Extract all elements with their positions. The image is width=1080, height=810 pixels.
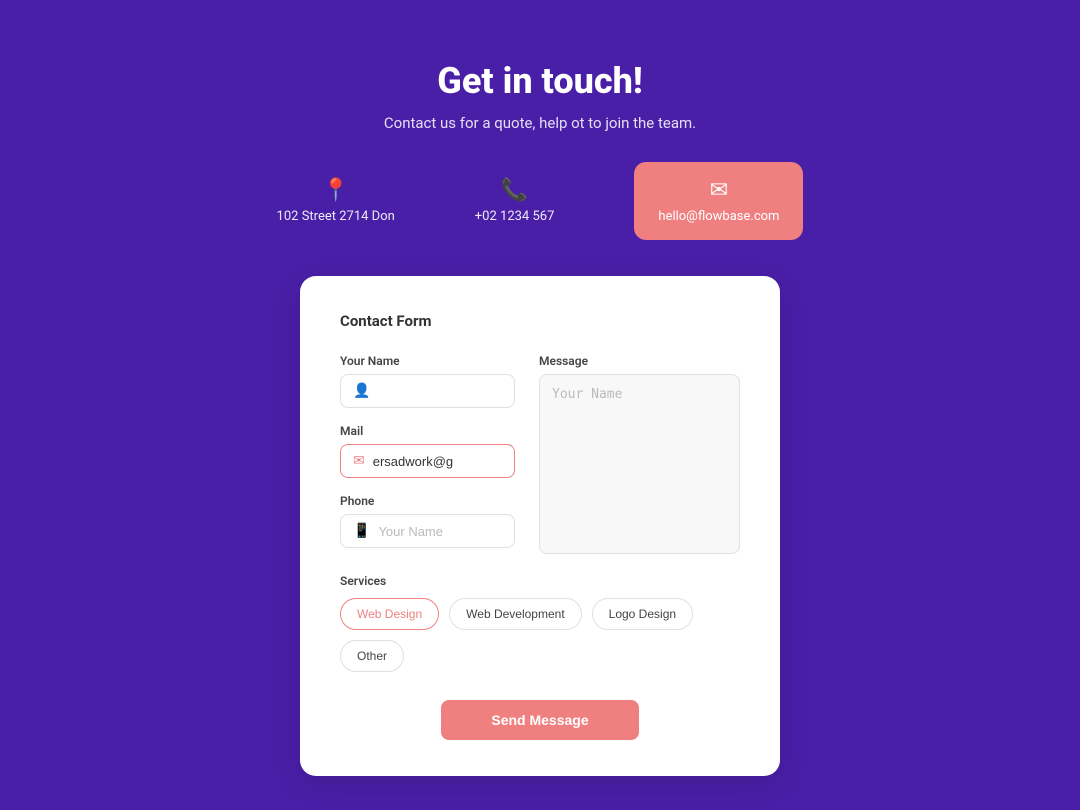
phone-field-icon: 📱 — [353, 523, 370, 539]
form-right: Message — [539, 354, 740, 554]
page-wrapper: Get in touch! Contact us for a quote, he… — [0, 0, 1080, 776]
name-input[interactable] — [378, 384, 502, 399]
service-btn-web-development[interactable]: Web Development — [449, 598, 582, 630]
form-left: Your Name 👤 Mail ✉ Phone — [340, 354, 515, 554]
send-message-button[interactable]: Send Message — [441, 700, 638, 740]
mail-input-wrapper[interactable]: ✉ — [340, 444, 515, 478]
main-title: Get in touch! — [384, 60, 696, 102]
service-btn-other[interactable]: Other — [340, 640, 404, 672]
phone-label: +02 1234 567 — [475, 209, 555, 224]
address-label: 102 Street 2714 Don — [277, 209, 395, 224]
phone-input[interactable] — [378, 524, 502, 539]
phone-label: Phone — [340, 494, 515, 508]
contact-info-row: 📍 102 Street 2714 Don 📞 +02 1234 567 ✉ h… — [277, 162, 804, 240]
mail-input[interactable] — [373, 454, 502, 469]
services-buttons: Web Design Web Development Logo Design O… — [340, 598, 740, 672]
services-section: Services Web Design Web Development Logo… — [340, 574, 740, 672]
user-icon: 👤 — [353, 383, 370, 399]
service-btn-web-design[interactable]: Web Design — [340, 598, 439, 630]
phone-icon: 📞 — [501, 178, 528, 203]
name-label: Your Name — [340, 354, 515, 368]
phone-info: 📞 +02 1234 567 — [475, 178, 555, 224]
email-card[interactable]: ✉ hello@flowbase.com — [634, 162, 803, 240]
address-info: 📍 102 Street 2714 Don — [277, 178, 395, 224]
email-icon: ✉ — [710, 178, 728, 203]
message-textarea[interactable] — [539, 374, 740, 554]
message-label: Message — [539, 354, 740, 368]
send-btn-wrapper: Send Message — [340, 700, 740, 740]
email-label: hello@flowbase.com — [658, 209, 779, 224]
subtitle: Contact us for a quote, help ot to join … — [384, 114, 696, 132]
services-label: Services — [340, 574, 740, 588]
form-card: Contact Form Your Name 👤 Mail ✉ — [300, 276, 780, 776]
header-section: Get in touch! Contact us for a quote, he… — [384, 60, 696, 132]
name-input-wrapper[interactable]: 👤 — [340, 374, 515, 408]
service-btn-logo-design[interactable]: Logo Design — [592, 598, 693, 630]
mail-label: Mail — [340, 424, 515, 438]
location-icon: 📍 — [322, 178, 349, 203]
phone-input-wrapper[interactable]: 📱 — [340, 514, 515, 548]
mail-icon: ✉ — [353, 453, 365, 469]
form-title: Contact Form — [340, 312, 740, 330]
mail-field-group: Mail ✉ — [340, 424, 515, 478]
name-field-group: Your Name 👤 — [340, 354, 515, 408]
phone-field-group: Phone 📱 — [340, 494, 515, 548]
form-layout: Your Name 👤 Mail ✉ Phone — [340, 354, 740, 554]
message-field-group: Message — [539, 354, 740, 554]
